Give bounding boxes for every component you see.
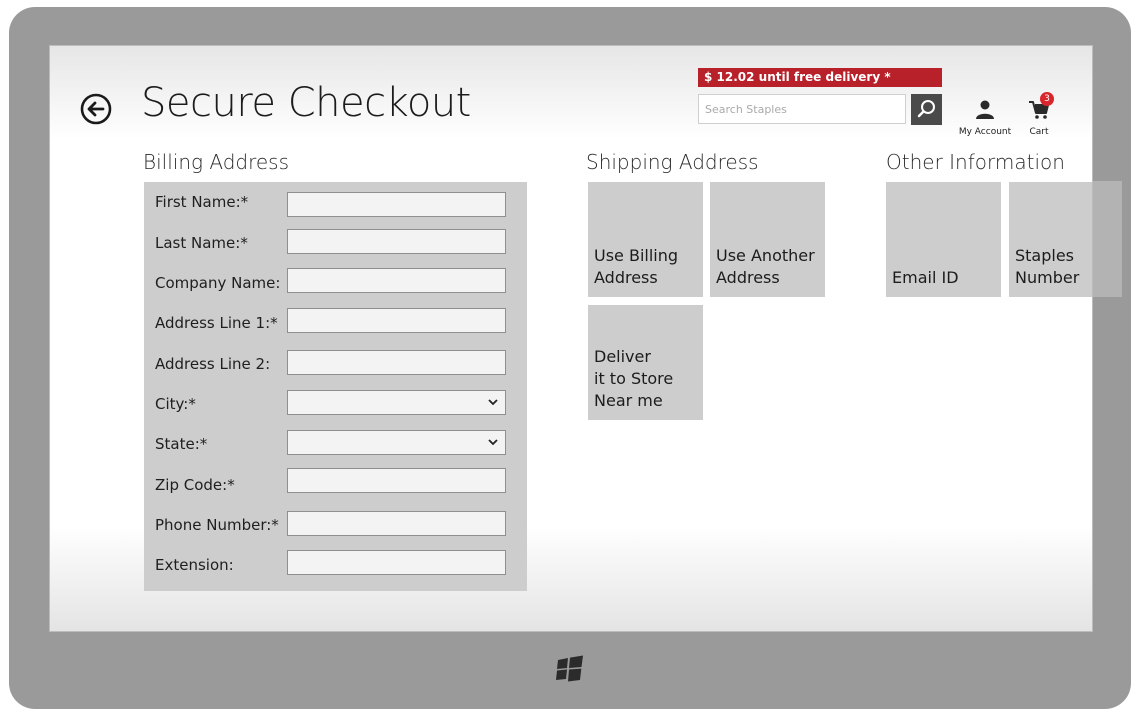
phone-number-field[interactable] bbox=[287, 511, 506, 536]
billing-form: First Name:* Last Name:* Company Name: A… bbox=[144, 182, 527, 591]
company-name-field[interactable] bbox=[287, 268, 506, 293]
email-id-tile[interactable]: Email ID bbox=[886, 182, 1001, 297]
user-icon bbox=[976, 100, 994, 119]
use-another-address-tile[interactable]: Use Another Address bbox=[710, 182, 825, 297]
last-name-field[interactable] bbox=[287, 229, 506, 254]
back-arrow-icon[interactable] bbox=[80, 93, 112, 125]
search-input[interactable] bbox=[698, 94, 906, 124]
shipping-heading: Shipping Address bbox=[586, 150, 759, 174]
cart-count-badge: 3 bbox=[1040, 92, 1054, 106]
extension-label: Extension: bbox=[155, 556, 234, 574]
zip-code-label: Zip Code:* bbox=[155, 476, 235, 494]
other-info-heading: Other Information bbox=[886, 150, 1065, 174]
cart-button[interactable]: 3 Cart bbox=[1020, 92, 1058, 137]
extension-field[interactable] bbox=[287, 550, 506, 575]
last-name-label: Last Name:* bbox=[155, 234, 248, 252]
chevron-down-icon bbox=[488, 399, 498, 406]
staples-number-tile[interactable]: Staples Number bbox=[1009, 182, 1092, 297]
search-icon bbox=[917, 100, 935, 118]
billing-heading: Billing Address bbox=[143, 150, 290, 174]
address-line-2-label: Address Line 2: bbox=[155, 355, 271, 373]
windows-logo-icon[interactable] bbox=[555, 654, 585, 684]
free-delivery-banner: $ 12.02 until free delivery * bbox=[698, 68, 942, 87]
city-select[interactable] bbox=[287, 390, 506, 415]
state-label: State:* bbox=[155, 435, 208, 453]
tile-label: Deliver it to Store Near me bbox=[594, 347, 674, 410]
use-billing-address-tile[interactable]: Use Billing Address bbox=[588, 182, 703, 297]
address-line-1-label: Address Line 1:* bbox=[155, 314, 278, 332]
city-label: City:* bbox=[155, 395, 196, 413]
app-screen: Secure Checkout $ 12.02 until free deliv… bbox=[49, 45, 1093, 632]
state-select[interactable] bbox=[287, 430, 506, 455]
tile-label: Use Billing Address bbox=[594, 246, 679, 287]
address-line-2-field[interactable] bbox=[287, 350, 506, 375]
page-title: Secure Checkout bbox=[141, 80, 471, 126]
first-name-label: First Name:* bbox=[155, 193, 249, 211]
tile-label: Staples Number bbox=[1015, 246, 1080, 287]
first-name-field[interactable] bbox=[287, 192, 506, 217]
my-account-button[interactable]: My Account bbox=[953, 98, 1017, 137]
company-name-label: Company Name: bbox=[155, 274, 281, 292]
chevron-down-icon bbox=[488, 439, 498, 446]
my-account-label: My Account bbox=[958, 127, 1012, 137]
deliver-to-store-tile[interactable]: Deliver it to Store Near me bbox=[588, 305, 703, 420]
tile-label: Email ID bbox=[892, 268, 959, 287]
zip-code-field[interactable] bbox=[287, 468, 506, 493]
phone-number-label: Phone Number:* bbox=[155, 516, 279, 534]
address-line-1-field[interactable] bbox=[287, 308, 506, 333]
cart-label: Cart bbox=[1029, 127, 1049, 137]
search-button[interactable] bbox=[911, 94, 942, 125]
tile-label: Use Another Address bbox=[716, 246, 815, 287]
tile-overflow-edge bbox=[1093, 181, 1122, 297]
